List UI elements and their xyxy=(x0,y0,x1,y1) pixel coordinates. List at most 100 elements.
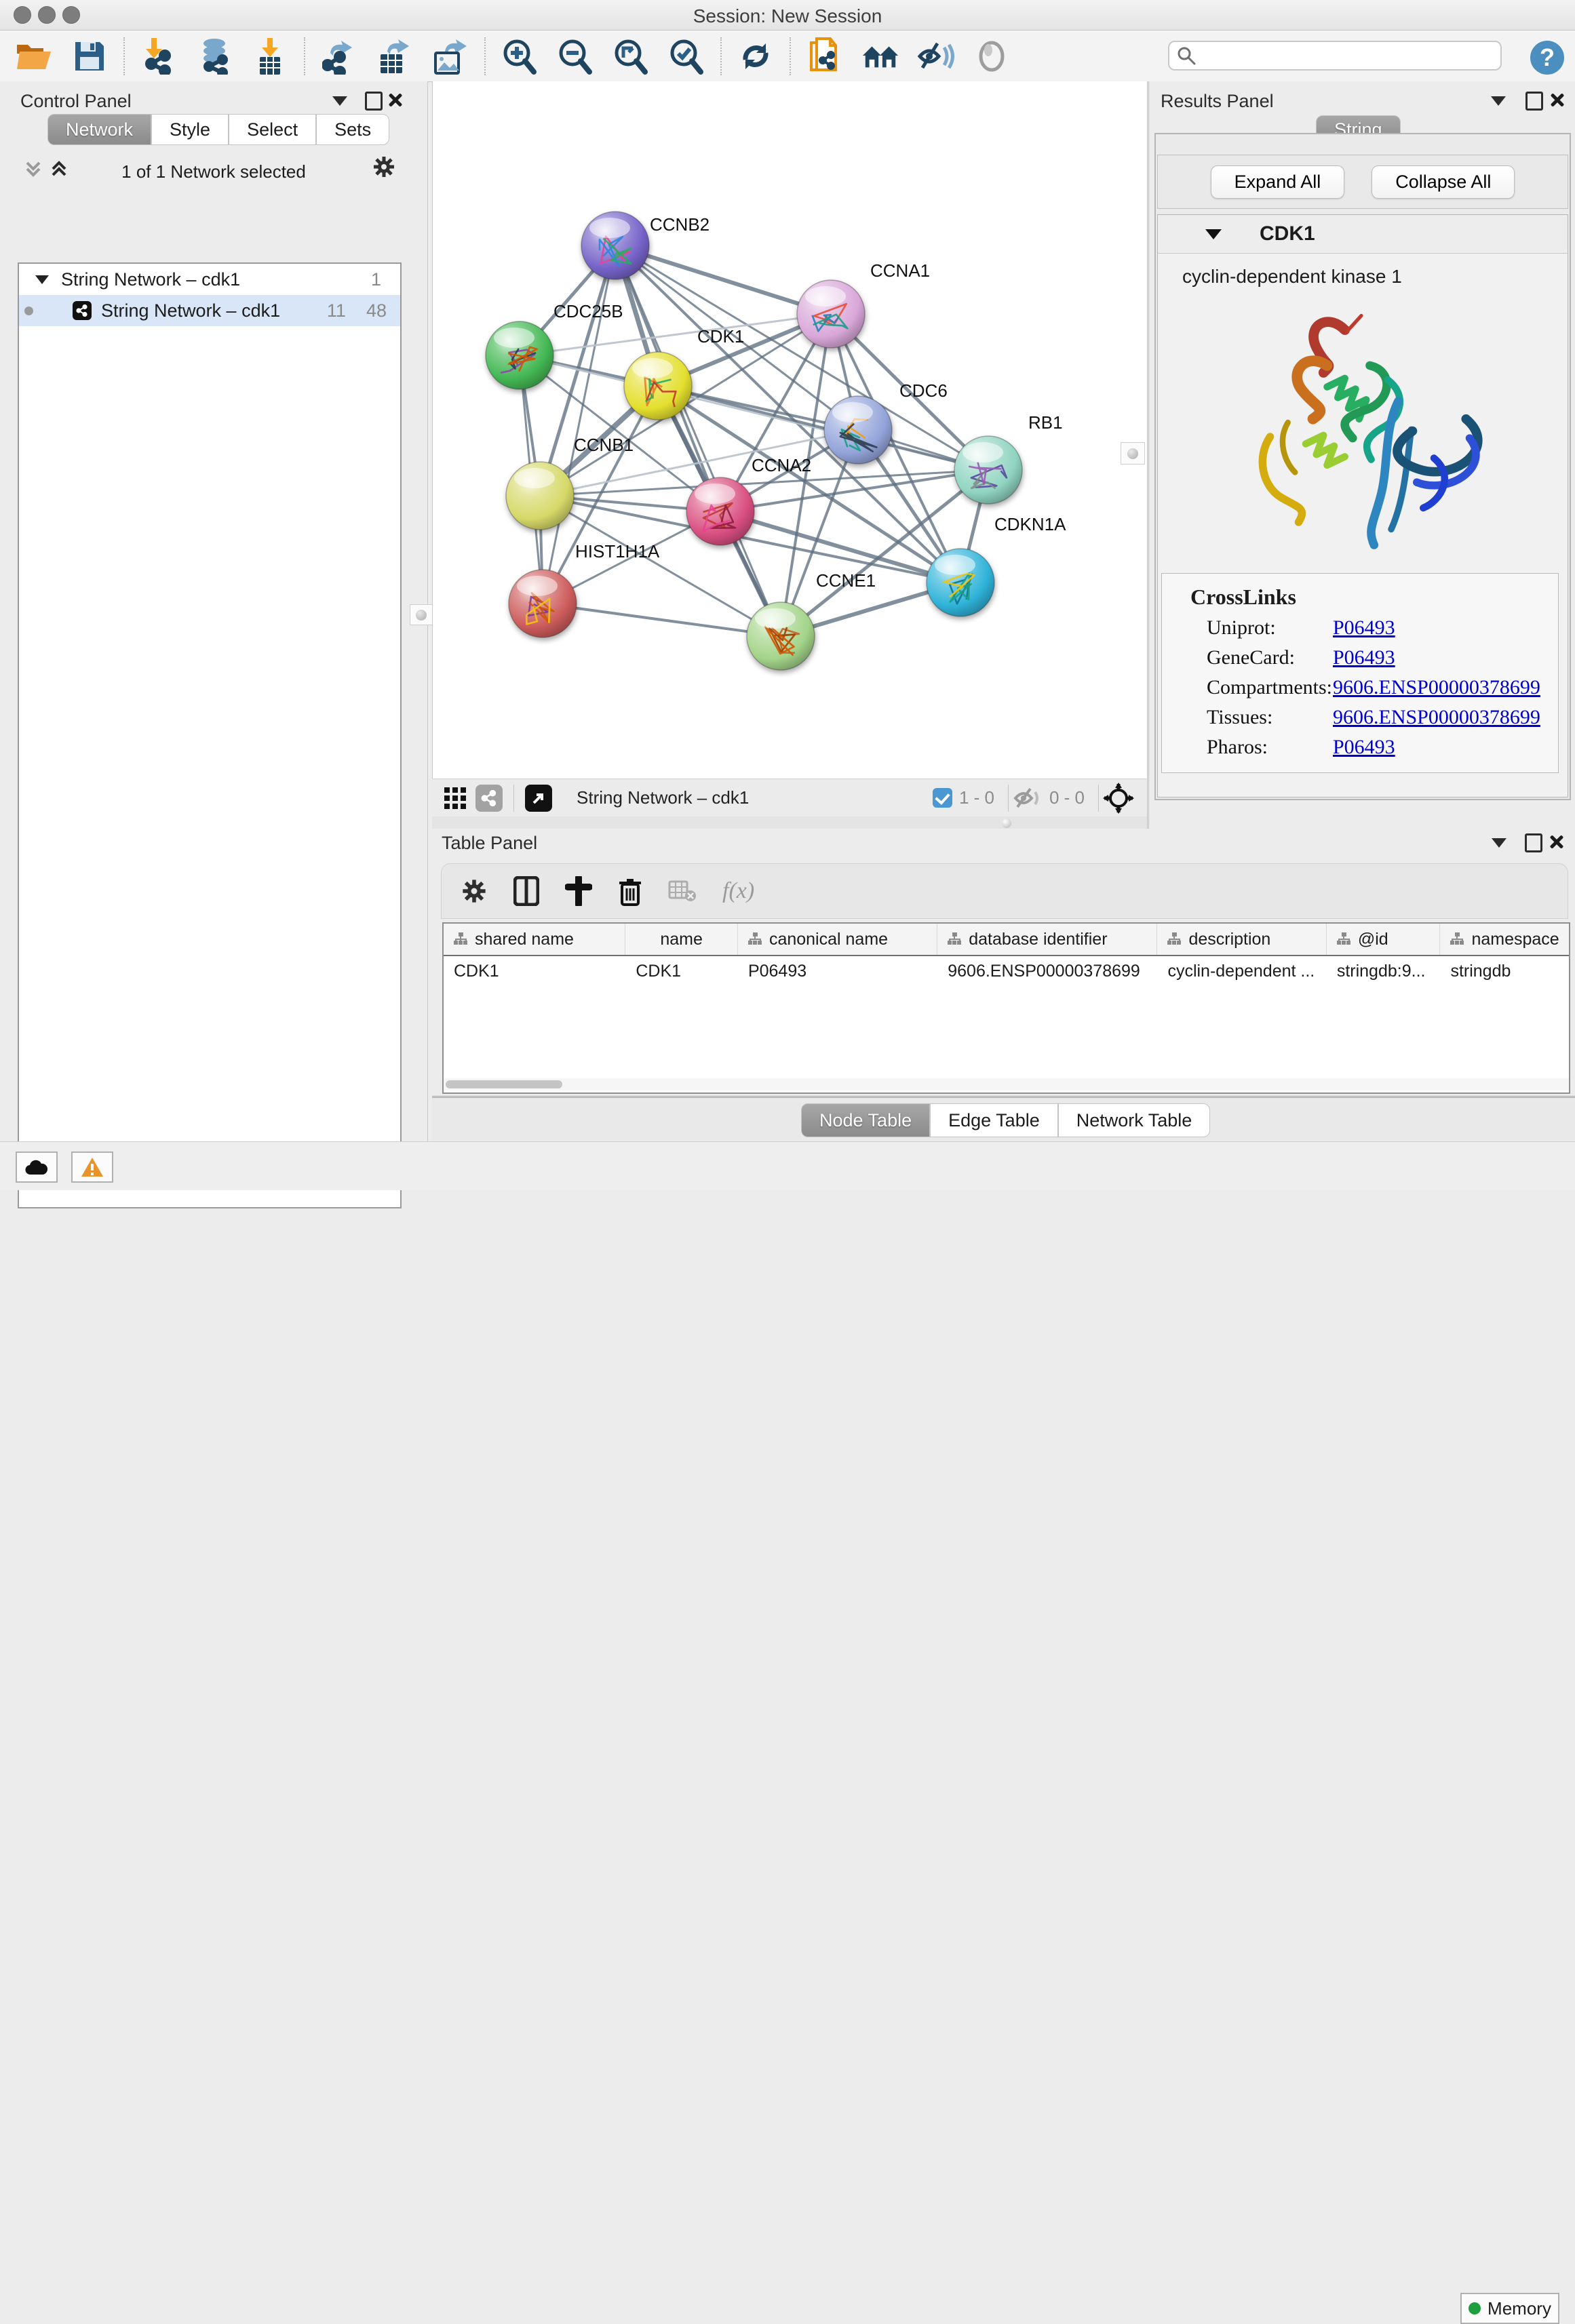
crosslink-uniprot[interactable]: P06493 xyxy=(1333,616,1395,639)
tab-network-table[interactable]: Network Table xyxy=(1058,1103,1211,1137)
cell-description[interactable]: cyclin-dependent ... xyxy=(1157,956,1326,986)
network-node[interactable] xyxy=(624,352,692,420)
cell-namespace[interactable]: stringdb xyxy=(1440,956,1569,986)
left-splitter-grip[interactable] xyxy=(410,604,433,625)
search-input[interactable] xyxy=(1197,45,1494,66)
warnings-button[interactable] xyxy=(71,1151,113,1183)
tab-select[interactable]: Select xyxy=(229,114,316,145)
delete-column-trash-icon[interactable] xyxy=(618,876,642,906)
column-header-name[interactable]: name xyxy=(625,924,738,955)
gene-section-header[interactable]: CDK1 xyxy=(1158,215,1568,254)
zoom-out-button[interactable] xyxy=(556,37,594,75)
column-header-description[interactable]: description xyxy=(1157,924,1326,955)
export-table-button[interactable] xyxy=(376,37,414,75)
network-node[interactable] xyxy=(747,602,815,670)
collapse-all-button[interactable]: Collapse All xyxy=(1372,165,1515,199)
network-edge[interactable] xyxy=(615,245,781,636)
export-network-button[interactable] xyxy=(320,37,358,75)
string-network-graph[interactable]: CCNB2CCNA1CDC25BCDK1CDC6RB1CCNB1CCNA2CDK… xyxy=(433,81,1147,779)
collection-expand-icon[interactable] xyxy=(35,275,49,284)
network-node[interactable] xyxy=(927,549,994,616)
show-grid-icon[interactable] xyxy=(442,785,469,812)
network-edge[interactable] xyxy=(720,470,988,511)
crosslink-genecard[interactable]: P06493 xyxy=(1333,646,1395,669)
first-neighbors-button[interactable] xyxy=(861,37,899,75)
float-panel-icon[interactable] xyxy=(365,92,383,111)
import-network-file-button[interactable] xyxy=(140,37,178,75)
column-header-shared-name[interactable]: shared name xyxy=(444,924,625,955)
crosslink-compartments[interactable]: 9606.ENSP00000378699 xyxy=(1333,676,1540,699)
tab-style[interactable]: Style xyxy=(151,114,229,145)
tab-edge-table[interactable]: Edge Table xyxy=(930,1103,1058,1137)
network-row[interactable]: String Network – cdk1 11 48 xyxy=(19,295,400,326)
cloud-status-button[interactable] xyxy=(16,1151,58,1183)
float-panel-icon[interactable] xyxy=(1525,833,1542,852)
close-panel-icon[interactable] xyxy=(1550,92,1565,107)
export-image-button[interactable] xyxy=(431,37,469,75)
network-node[interactable] xyxy=(581,212,649,279)
network-node[interactable] xyxy=(797,280,865,348)
column-header-id[interactable]: @id xyxy=(1327,924,1441,955)
function-builder-button[interactable]: f(x) xyxy=(722,878,754,904)
show-hide-button[interactable] xyxy=(917,37,955,75)
detach-view-icon[interactable] xyxy=(525,785,552,812)
table-settings-gear-icon[interactable] xyxy=(461,878,488,905)
network-node[interactable] xyxy=(954,436,1022,504)
table-horizontal-scrollbar[interactable] xyxy=(444,1078,1569,1090)
zoom-fit-button[interactable] xyxy=(612,37,650,75)
birdseye-navigator-icon[interactable] xyxy=(1103,783,1134,814)
network-collection-row[interactable]: String Network – cdk1 1 xyxy=(19,264,400,295)
network-canvas[interactable]: CCNB2CCNA1CDC25BCDK1CDC6RB1CCNB1CCNA2CDK… xyxy=(432,81,1148,779)
collapse-panel-icon[interactable] xyxy=(332,96,347,106)
column-header-namespace[interactable]: namespace xyxy=(1440,924,1569,955)
import-table-button[interactable] xyxy=(251,37,289,75)
float-panel-icon[interactable] xyxy=(1525,92,1543,111)
network-node[interactable] xyxy=(486,321,553,389)
import-network-database-button[interactable] xyxy=(195,37,233,75)
selected-checkbox-icon[interactable] xyxy=(933,788,952,808)
scrollbar-thumb[interactable] xyxy=(446,1080,562,1088)
collapse-panel-icon[interactable] xyxy=(1492,838,1506,848)
crosslink-tissues[interactable]: 9606.ENSP00000378699 xyxy=(1333,706,1540,729)
network-node[interactable] xyxy=(824,396,892,464)
column-header-canonical-name[interactable]: canonical name xyxy=(738,924,937,955)
right-splitter-grip[interactable] xyxy=(1121,442,1145,465)
close-panel-icon[interactable] xyxy=(1549,834,1564,849)
network-edge[interactable] xyxy=(543,604,781,636)
network-node[interactable] xyxy=(509,570,577,637)
network-node[interactable] xyxy=(686,477,754,545)
table-row[interactable]: CDK1 CDK1 P06493 9606.ENSP00000378699 cy… xyxy=(444,956,1569,986)
network-options-gear-icon[interactable] xyxy=(372,155,396,182)
cell-name[interactable]: CDK1 xyxy=(625,956,738,986)
refresh-layout-button[interactable] xyxy=(737,37,775,75)
help-button[interactable]: ? xyxy=(1530,41,1564,75)
cell-database-identifier[interactable]: 9606.ENSP00000378699 xyxy=(937,956,1157,986)
tab-sets[interactable]: Sets xyxy=(316,114,389,145)
save-session-button[interactable] xyxy=(71,37,109,75)
cell-canonical-name[interactable]: P06493 xyxy=(738,956,937,986)
delete-table-icon[interactable] xyxy=(668,879,697,903)
table-import-icon xyxy=(254,38,286,75)
crosslink-pharos[interactable]: P06493 xyxy=(1333,736,1395,759)
network-node[interactable] xyxy=(506,462,574,530)
close-panel-icon[interactable] xyxy=(388,92,403,107)
show-columns-icon[interactable] xyxy=(513,876,539,906)
tab-network[interactable]: Network xyxy=(47,114,151,145)
open-session-button[interactable] xyxy=(15,37,53,75)
cell-shared-name[interactable]: CDK1 xyxy=(444,956,625,986)
toolbar-separator xyxy=(1008,785,1009,812)
zoom-in-button[interactable] xyxy=(501,37,539,75)
memory-button[interactable]: Memory xyxy=(1460,2293,1559,2324)
collapse-panel-icon[interactable] xyxy=(1491,96,1506,106)
add-column-icon[interactable] xyxy=(565,876,592,906)
collapse-section-icon[interactable] xyxy=(1205,229,1222,239)
expand-all-button[interactable]: Expand All xyxy=(1211,165,1345,199)
string-view-icon[interactable] xyxy=(475,785,503,812)
column-header-database-identifier[interactable]: database identifier xyxy=(937,924,1157,955)
eye-button[interactable] xyxy=(973,37,1011,75)
search-field[interactable] xyxy=(1168,41,1502,71)
zoom-selected-button[interactable] xyxy=(667,37,705,75)
clone-network-button[interactable] xyxy=(806,37,844,75)
cell-id[interactable]: stringdb:9... xyxy=(1327,956,1441,986)
tab-node-table[interactable]: Node Table xyxy=(801,1103,930,1137)
